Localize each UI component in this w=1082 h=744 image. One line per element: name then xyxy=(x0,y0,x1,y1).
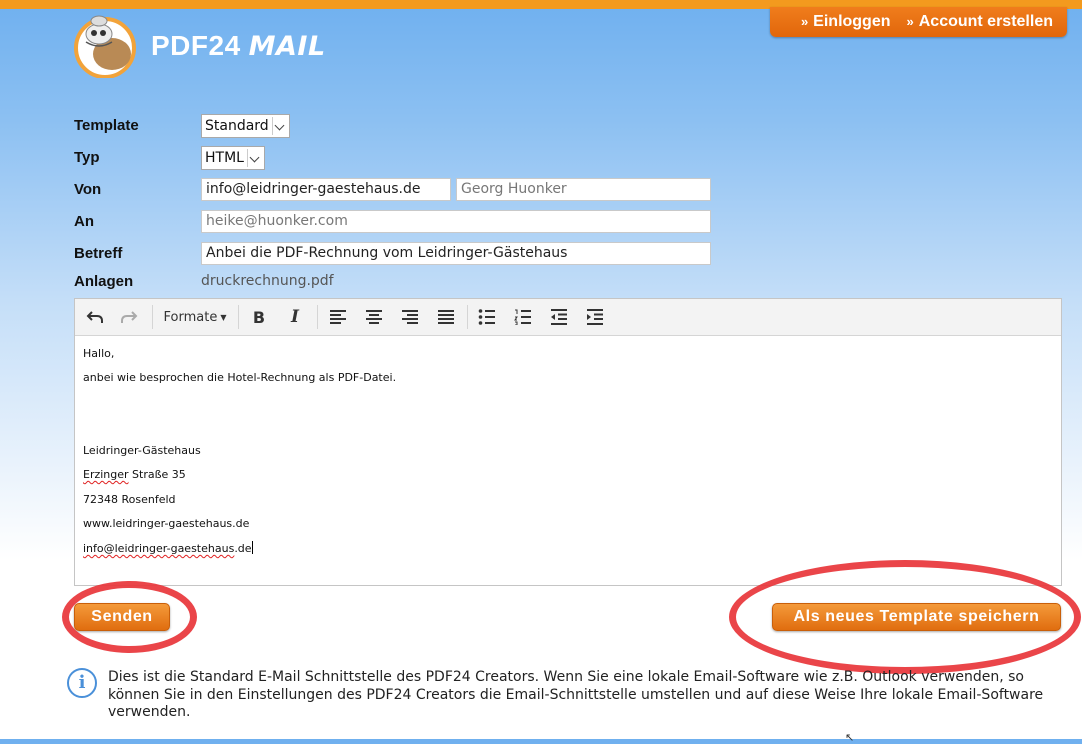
text-caret xyxy=(251,541,253,554)
undo-icon xyxy=(86,311,103,323)
attachment-filename: druckrechnung.pdf xyxy=(201,273,334,289)
align-center-button[interactable] xyxy=(362,304,386,330)
from-name-input[interactable]: Georg Huonker xyxy=(456,178,711,201)
bold-icon: B xyxy=(252,307,266,327)
numbered-list-icon xyxy=(514,309,531,325)
highlight-circle-send xyxy=(62,581,197,653)
align-right-button[interactable] xyxy=(398,304,422,330)
template-value: Standard xyxy=(205,118,269,134)
redo-button[interactable] xyxy=(117,304,141,330)
sheep-logo-icon xyxy=(74,15,136,78)
align-right-icon xyxy=(402,310,418,324)
toolbar-divider xyxy=(152,305,153,329)
justify-button[interactable] xyxy=(434,304,458,330)
indent-button[interactable] xyxy=(583,304,607,330)
info-text: Dies ist die Standard E-Mail Schnittstel… xyxy=(108,669,1044,720)
bullet-list-icon xyxy=(478,309,495,325)
redo-icon xyxy=(121,311,138,323)
chevron-right-icon: » xyxy=(800,14,809,29)
create-account-link[interactable]: » Account erstellen xyxy=(907,13,1054,31)
type-value: HTML xyxy=(205,150,244,166)
toolbar-divider xyxy=(317,305,318,329)
align-left-icon xyxy=(330,310,346,324)
brand-name: PDF24 xyxy=(151,30,241,61)
highlight-circle-save-template xyxy=(729,560,1081,674)
subject-input[interactable]: Anbei die PDF-Rechnung vom Leidringer-Gä… xyxy=(201,242,711,265)
toolbar-divider xyxy=(467,305,468,329)
mouse-pointer-icon: ↖ xyxy=(845,731,855,744)
body-line: www.leidringer-gaestehaus.de xyxy=(83,517,250,530)
align-center-icon xyxy=(366,310,382,324)
body-line: 72348 Rosenfeld xyxy=(83,493,176,506)
italic-icon: I xyxy=(291,307,299,327)
chevron-right-icon: » xyxy=(906,14,914,29)
bold-button[interactable]: B xyxy=(247,304,271,330)
login-label: Einloggen xyxy=(813,13,891,30)
to-input[interactable]: heike@huonker.com xyxy=(201,210,711,233)
indent-icon xyxy=(587,309,603,325)
body-line: info@leidringer-gaestehaus.de xyxy=(83,541,253,555)
street-rest: Straße 35 xyxy=(128,468,186,481)
bullet-list-button[interactable] xyxy=(475,304,499,330)
outdent-icon xyxy=(551,309,567,325)
create-account-label: Account erstellen xyxy=(918,13,1053,30)
template-label: Template xyxy=(74,117,139,134)
caret-down-icon: ▼ xyxy=(220,312,227,322)
from-email-input[interactable]: info@leidringer-gaestehaus.de xyxy=(201,178,451,201)
subject-label: Betreff xyxy=(74,245,123,262)
type-select[interactable]: HTML xyxy=(201,146,265,170)
formats-label: Formate xyxy=(163,309,218,325)
brand-title: PDF24 MAIL xyxy=(151,30,326,62)
undo-button[interactable] xyxy=(83,304,107,330)
toolbar-divider xyxy=(238,305,239,329)
misspelled-word: Erzinger xyxy=(83,468,129,481)
body-line: Hallo, xyxy=(83,347,115,360)
body-line: Erzinger Straße 35 xyxy=(83,468,186,481)
brand-product: MAIL xyxy=(248,31,326,62)
account-tab: » Einloggen » Account erstellen xyxy=(770,7,1067,37)
numbered-list-button[interactable] xyxy=(511,304,535,330)
template-select[interactable]: Standard xyxy=(201,114,290,138)
info-icon: i xyxy=(67,668,97,698)
attachments-label: Anlagen xyxy=(74,273,134,290)
outdent-button[interactable] xyxy=(547,304,571,330)
justify-icon xyxy=(438,310,454,324)
chevron-down-icon xyxy=(272,117,287,135)
align-left-button[interactable] xyxy=(326,304,350,330)
chevron-down-icon xyxy=(247,149,262,167)
login-link[interactable]: » Einloggen xyxy=(801,13,891,31)
body-line: Leidringer-Gästehaus xyxy=(83,444,201,457)
body-line: anbei wie besprochen die Hotel-Rechnung … xyxy=(83,371,397,384)
type-label: Typ xyxy=(74,149,100,166)
misspelled-email: info@leidringer-gaestehaus xyxy=(83,542,235,555)
email-tld: .de xyxy=(234,542,252,555)
to-label: An xyxy=(74,213,94,230)
from-label: Von xyxy=(74,181,102,198)
formats-dropdown[interactable]: Formate ▼ xyxy=(159,304,231,330)
editor-toolbar: Formate ▼ B I xyxy=(75,299,1061,336)
italic-button[interactable]: I xyxy=(283,304,307,330)
message-editor: Formate ▼ B I Hallo, anbei wie besproche… xyxy=(74,298,1062,586)
